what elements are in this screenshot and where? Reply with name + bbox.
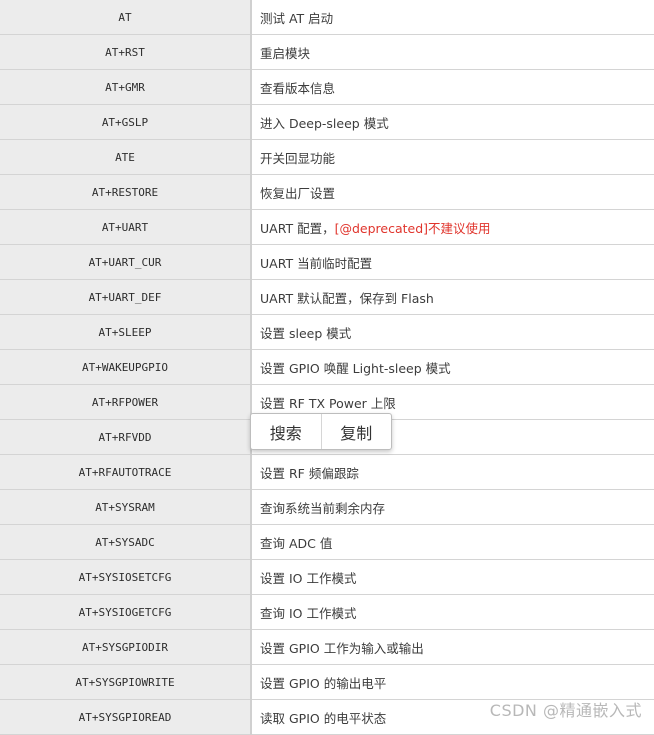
description-text: 查询系统当前剩余内存 [260, 500, 386, 516]
command-cell: AT+RESTORE [0, 174, 252, 210]
description-text: 设置 sleep 模式 [260, 325, 352, 341]
description-text: 查询 IO 工作模式 [260, 605, 357, 621]
command-cell: AT+SYSIOSETCFG [0, 559, 252, 595]
table-row: AT+SYSIOGETCFG 查询 IO 工作模式 [0, 594, 654, 630]
table-row: AT+GSLP 进入 Deep-sleep 模式 [0, 104, 654, 140]
command-cell: AT+SYSRAM [0, 489, 252, 525]
table-row: AT+UART_DEF UART 默认配置，保存到 Flash [0, 279, 654, 315]
description-cell: 查询 IO 工作模式 [251, 594, 654, 630]
table-row: AT+SYSIOSETCFG 设置 IO 工作模式 [0, 559, 654, 595]
table-row: AT+UART_CUR UART 当前临时配置 [0, 244, 654, 280]
command-cell: AT+UART_CUR [0, 244, 252, 280]
table-row: AT+SYSADC 查询 ADC 值 [0, 524, 654, 560]
table-row: AT+RST 重启模块 [0, 34, 654, 70]
description-cell: 测试 AT 启动 [251, 0, 654, 35]
table-row: AT+GMR 查看版本信息 [0, 69, 654, 105]
table-row: AT+UART UART 配置，[@deprecated]不建议使用 [0, 209, 654, 245]
table-row: AT+SLEEP 设置 sleep 模式 [0, 314, 654, 350]
description-text: 设置 RF TX Power 上限 [260, 395, 396, 411]
command-cell: AT+SYSIOGETCFG [0, 594, 252, 630]
description-cell: 设置 GPIO 唤醒 Light-sleep 模式 [251, 349, 654, 385]
description-cell: 设置 RF 频偏跟踪 [251, 454, 654, 490]
command-cell: AT+UART [0, 209, 252, 245]
command-cell: AT+RFVDD [0, 419, 252, 455]
description-text: 设置 RF 频偏跟踪 [260, 465, 359, 481]
command-cell: AT+GMR [0, 69, 252, 105]
command-cell: AT+RFAUTOTRACE [0, 454, 252, 490]
command-cell: AT+SYSGPIOWRITE [0, 664, 252, 700]
description-text: 进入 Deep-sleep 模式 [260, 115, 389, 131]
command-cell: AT+UART_DEF [0, 279, 252, 315]
description-cell: 设置 sleep 模式 [251, 314, 654, 350]
description-text: 读取 GPIO 的电平状态 [260, 710, 387, 726]
description-text: 测试 AT 启动 [260, 10, 334, 26]
table-body: AT 测试 AT 启动 AT+RST 重启模块 AT+GMR 查看版本信息 AT+GSLP 进… [0, 0, 654, 735]
description-cell: UART 默认配置，保存到 Flash [251, 279, 654, 315]
table-row: AT+RFAUTOTRACE 设置 RF 频偏跟踪 [0, 454, 654, 490]
command-cell: AT+WAKEUPGPIO [0, 349, 252, 385]
command-cell: AT+SYSGPIOREAD [0, 699, 252, 735]
description-text: 恢复出厂设置 [260, 185, 336, 201]
command-cell: AT+RFPOWER [0, 384, 252, 420]
deprecated-note: [@deprecated]不建议使用 [334, 220, 491, 236]
description-text: 设置 GPIO 唤醒 Light-sleep 模式 [260, 360, 451, 376]
table-row: AT+WAKEUPGPIO 设置 GPIO 唤醒 Light-sleep 模式 [0, 349, 654, 385]
description-text: 设置 IO 工作模式 [260, 570, 357, 586]
description-text: 设置 GPIO 工作为输入或输出 [260, 640, 424, 656]
description-cell: 设置 GPIO 工作为输入或输出 [251, 629, 654, 665]
command-cell: AT [0, 0, 252, 35]
command-cell: AT+SLEEP [0, 314, 252, 350]
copy-button[interactable]: 复制 [322, 414, 392, 449]
description-text: UART 默认配置，保存到 Flash [260, 290, 434, 306]
watermark: CSDN @精通嵌入式 [489, 701, 642, 720]
description-cell: 开关回显功能 [251, 139, 654, 175]
description-cell: 设置 GPIO 的输出电平 [251, 664, 654, 700]
table-row: AT+SYSGPIOWRITE 设置 GPIO 的输出电平 [0, 664, 654, 700]
table-row: AT+SYSRAM 查询系统当前剩余内存 [0, 489, 654, 525]
description-text: 查看版本信息 [260, 80, 336, 96]
search-button[interactable]: 搜索 [251, 414, 321, 449]
description-text: 重启模块 [260, 45, 311, 61]
description-cell: UART 配置，[@deprecated]不建议使用 [251, 209, 654, 245]
description-text: UART 配置， [260, 220, 335, 236]
description-text: 开关回显功能 [260, 150, 336, 166]
description-cell: 进入 Deep-sleep 模式 [251, 104, 654, 140]
command-cell: AT+SYSGPIODIR [0, 629, 252, 665]
selection-context-popup: 搜索 复制 [250, 413, 392, 450]
table-row: AT 测试 AT 启动 [0, 0, 654, 35]
command-cell: AT+GSLP [0, 104, 252, 140]
description-text: 设置 GPIO 的输出电平 [260, 675, 387, 691]
at-command-table: AT 测试 AT 启动 AT+RST 重启模块 AT+GMR 查看版本信息 AT+GSLP 进… [0, 0, 654, 735]
description-cell: 重启模块 [251, 34, 654, 70]
description-cell: UART 当前临时配置 [251, 244, 654, 280]
description-cell: 查询系统当前剩余内存 [251, 489, 654, 525]
command-cell: ATE [0, 139, 252, 175]
table-row: ATE 开关回显功能 [0, 139, 654, 175]
description-cell: 查看版本信息 [251, 69, 654, 105]
table-row: AT+SYSGPIODIR 设置 GPIO 工作为输入或输出 [0, 629, 654, 665]
description-cell: 查询 ADC 值 [251, 524, 654, 560]
description-text: UART 当前临时配置 [260, 255, 373, 271]
description-cell: 设置 IO 工作模式 [251, 559, 654, 595]
table-row: AT+RESTORE 恢复出厂设置 [0, 174, 654, 210]
command-cell: AT+SYSADC [0, 524, 252, 560]
command-cell: AT+RST [0, 34, 252, 70]
description-text: 查询 ADC 值 [260, 535, 333, 551]
description-cell: 恢复出厂设置 [251, 174, 654, 210]
